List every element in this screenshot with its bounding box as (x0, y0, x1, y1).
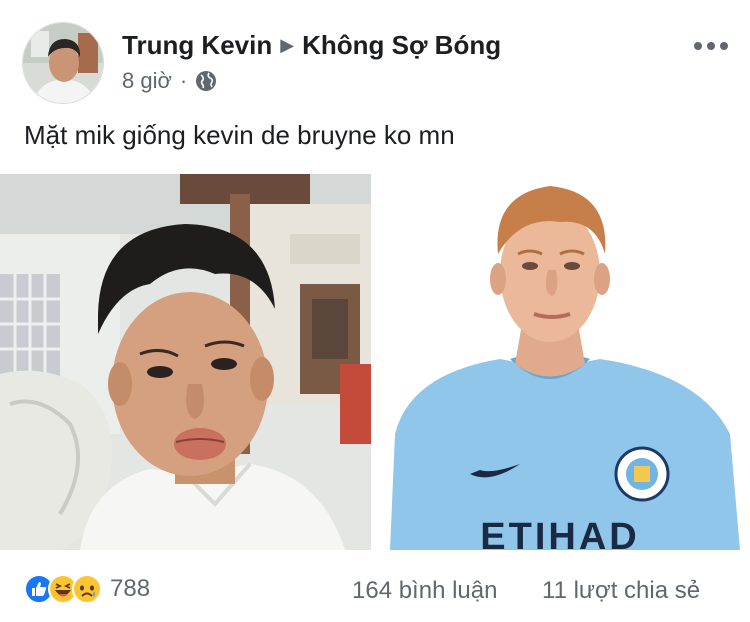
avatar[interactable] (22, 22, 104, 104)
photo-selfie[interactable] (0, 174, 371, 550)
triangle-right-icon: ▶ (280, 35, 295, 55)
reaction-count: 788 (110, 575, 151, 602)
comments-count-link[interactable]: 164 bình luận (352, 577, 497, 605)
reactions-summary[interactable]: 788 (24, 574, 150, 604)
more-dot (720, 42, 728, 50)
post-time[interactable]: 8 giờ (122, 68, 172, 94)
shirt-sponsor-text: ETIHAD (480, 516, 639, 550)
globe-icon (196, 71, 217, 91)
author-name[interactable]: Trung Kevin (122, 30, 272, 60)
more-options-icon[interactable] (694, 36, 728, 56)
post-caption: Mặt mik giống kevin de bruyne ko mn (24, 120, 455, 150)
meta-separator: · (179, 68, 188, 93)
author-line: Trung Kevin ▶ Không Sợ Bóng (122, 30, 501, 61)
sad-icon (72, 574, 102, 604)
more-dot (707, 42, 715, 50)
photo-player[interactable]: ETIHAD (380, 174, 750, 550)
more-dot (694, 42, 702, 50)
group-name[interactable]: Không Sợ Bóng (302, 30, 501, 60)
post-meta: 8 giờ · (122, 68, 217, 94)
facebook-post: Trung Kevin ▶ Không Sợ Bóng 8 giờ · Mặt mi… (0, 0, 750, 622)
shares-count-link[interactable]: 11 lượt chia sẻ (542, 577, 700, 605)
